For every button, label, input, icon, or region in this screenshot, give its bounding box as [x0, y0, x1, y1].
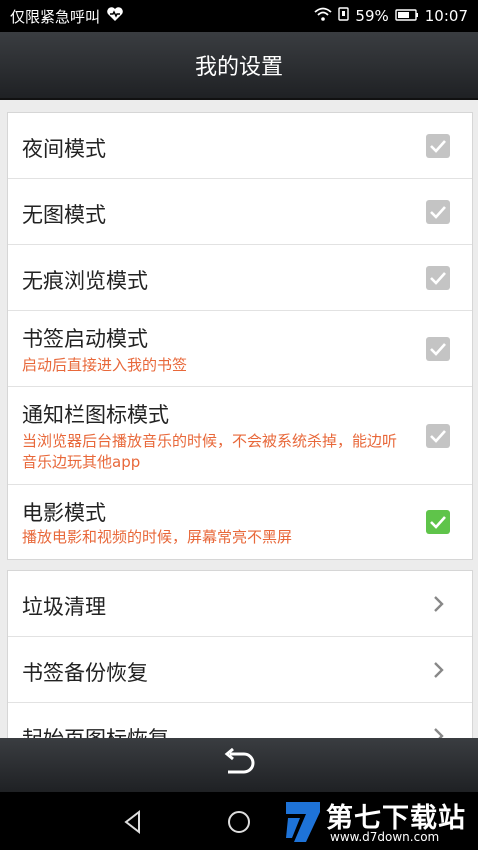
setting-row-junk-cleanup[interactable]: 垃圾清理	[8, 571, 472, 637]
watermark-logo	[286, 802, 320, 842]
setting-title: 书签启动模式	[22, 327, 148, 351]
bottom-bar	[0, 738, 478, 792]
status-bar: 仅限紧急呼叫 59% 10:07	[0, 0, 478, 32]
setting-row-incognito-mode[interactable]: 无痕浏览模式	[8, 245, 472, 311]
nav-back-icon[interactable]	[120, 809, 146, 835]
setting-title: 垃圾清理	[22, 595, 106, 619]
setting-title: 书签备份恢复	[22, 661, 148, 685]
notification-icon-mode-checkbox[interactable]	[426, 424, 450, 448]
battery-percent: 59%	[355, 7, 389, 25]
settings-content[interactable]: 夜间模式 无图模式 无痕浏览模式 书签启动模式 启动后直接进入我的书签 通知栏图…	[0, 98, 478, 738]
setting-row-no-image-mode[interactable]: 无图模式	[8, 179, 472, 245]
night-mode-checkbox[interactable]	[426, 134, 450, 158]
back-undo-button[interactable]	[222, 747, 256, 782]
toggle-settings-group: 夜间模式 无图模式 无痕浏览模式 书签启动模式 启动后直接进入我的书签 通知栏图…	[7, 112, 473, 560]
setting-title: 夜间模式	[22, 137, 106, 161]
setting-title: 电影模式	[22, 501, 106, 525]
nav-home-icon[interactable]	[226, 809, 252, 835]
no-image-mode-checkbox[interactable]	[426, 200, 450, 224]
carrier-text: 仅限紧急呼叫	[10, 7, 101, 26]
bookmark-start-mode-checkbox[interactable]	[426, 337, 450, 361]
system-nav-bar: 第七下载站 www.d7down.com	[0, 792, 478, 850]
setting-row-bookmark-backup[interactable]: 书签备份恢复	[8, 637, 472, 703]
check-icon	[430, 272, 446, 285]
check-icon	[430, 206, 446, 219]
check-icon	[430, 516, 446, 529]
setting-description: 启动后直接进入我的书签	[22, 356, 188, 374]
check-icon	[430, 343, 446, 356]
clock: 10:07	[424, 7, 468, 25]
page-title: 我的设置	[194, 55, 283, 80]
wifi-icon	[314, 7, 333, 25]
setting-row-notification-icon-mode[interactable]: 通知栏图标模式 当浏览器后台播放音乐的时候，不会被系统杀掉，能边听音乐边玩其他a…	[8, 387, 472, 485]
action-settings-group: 垃圾清理 书签备份恢复 起始页图标恢复	[7, 570, 473, 738]
check-icon	[430, 430, 446, 443]
chevron-right-icon	[434, 728, 444, 738]
chevron-right-icon	[434, 596, 444, 612]
watermark-url: www.d7down.com	[330, 830, 440, 844]
setting-title: 无痕浏览模式	[22, 269, 148, 293]
heart-rate-icon	[106, 6, 124, 26]
setting-row-bookmark-start-mode[interactable]: 书签启动模式 启动后直接进入我的书签	[8, 311, 472, 387]
setting-row-night-mode[interactable]: 夜间模式	[8, 113, 472, 179]
page-header: 我的设置	[0, 32, 478, 100]
setting-description: 播放电影和视频的时候，屏幕常亮不黑屏	[22, 528, 293, 546]
undo-icon	[224, 747, 255, 774]
setting-title: 起始页图标恢复	[22, 723, 169, 738]
setting-title: 通知栏图标模式	[22, 403, 169, 427]
setting-row-home-icon-restore[interactable]: 起始页图标恢复	[8, 703, 472, 738]
setting-title: 无图模式	[22, 203, 106, 227]
sim-icon	[338, 7, 350, 25]
setting-description: 当浏览器后台播放音乐的时候，不会被系统杀掉，能边听音乐边玩其他app	[22, 432, 398, 471]
chevron-right-icon	[434, 662, 444, 678]
check-icon	[430, 140, 446, 153]
setting-row-movie-mode[interactable]: 电影模式 播放电影和视频的时候，屏幕常亮不黑屏	[8, 485, 472, 559]
battery-icon	[395, 7, 419, 25]
movie-mode-checkbox[interactable]	[426, 510, 450, 534]
incognito-mode-checkbox[interactable]	[426, 266, 450, 290]
